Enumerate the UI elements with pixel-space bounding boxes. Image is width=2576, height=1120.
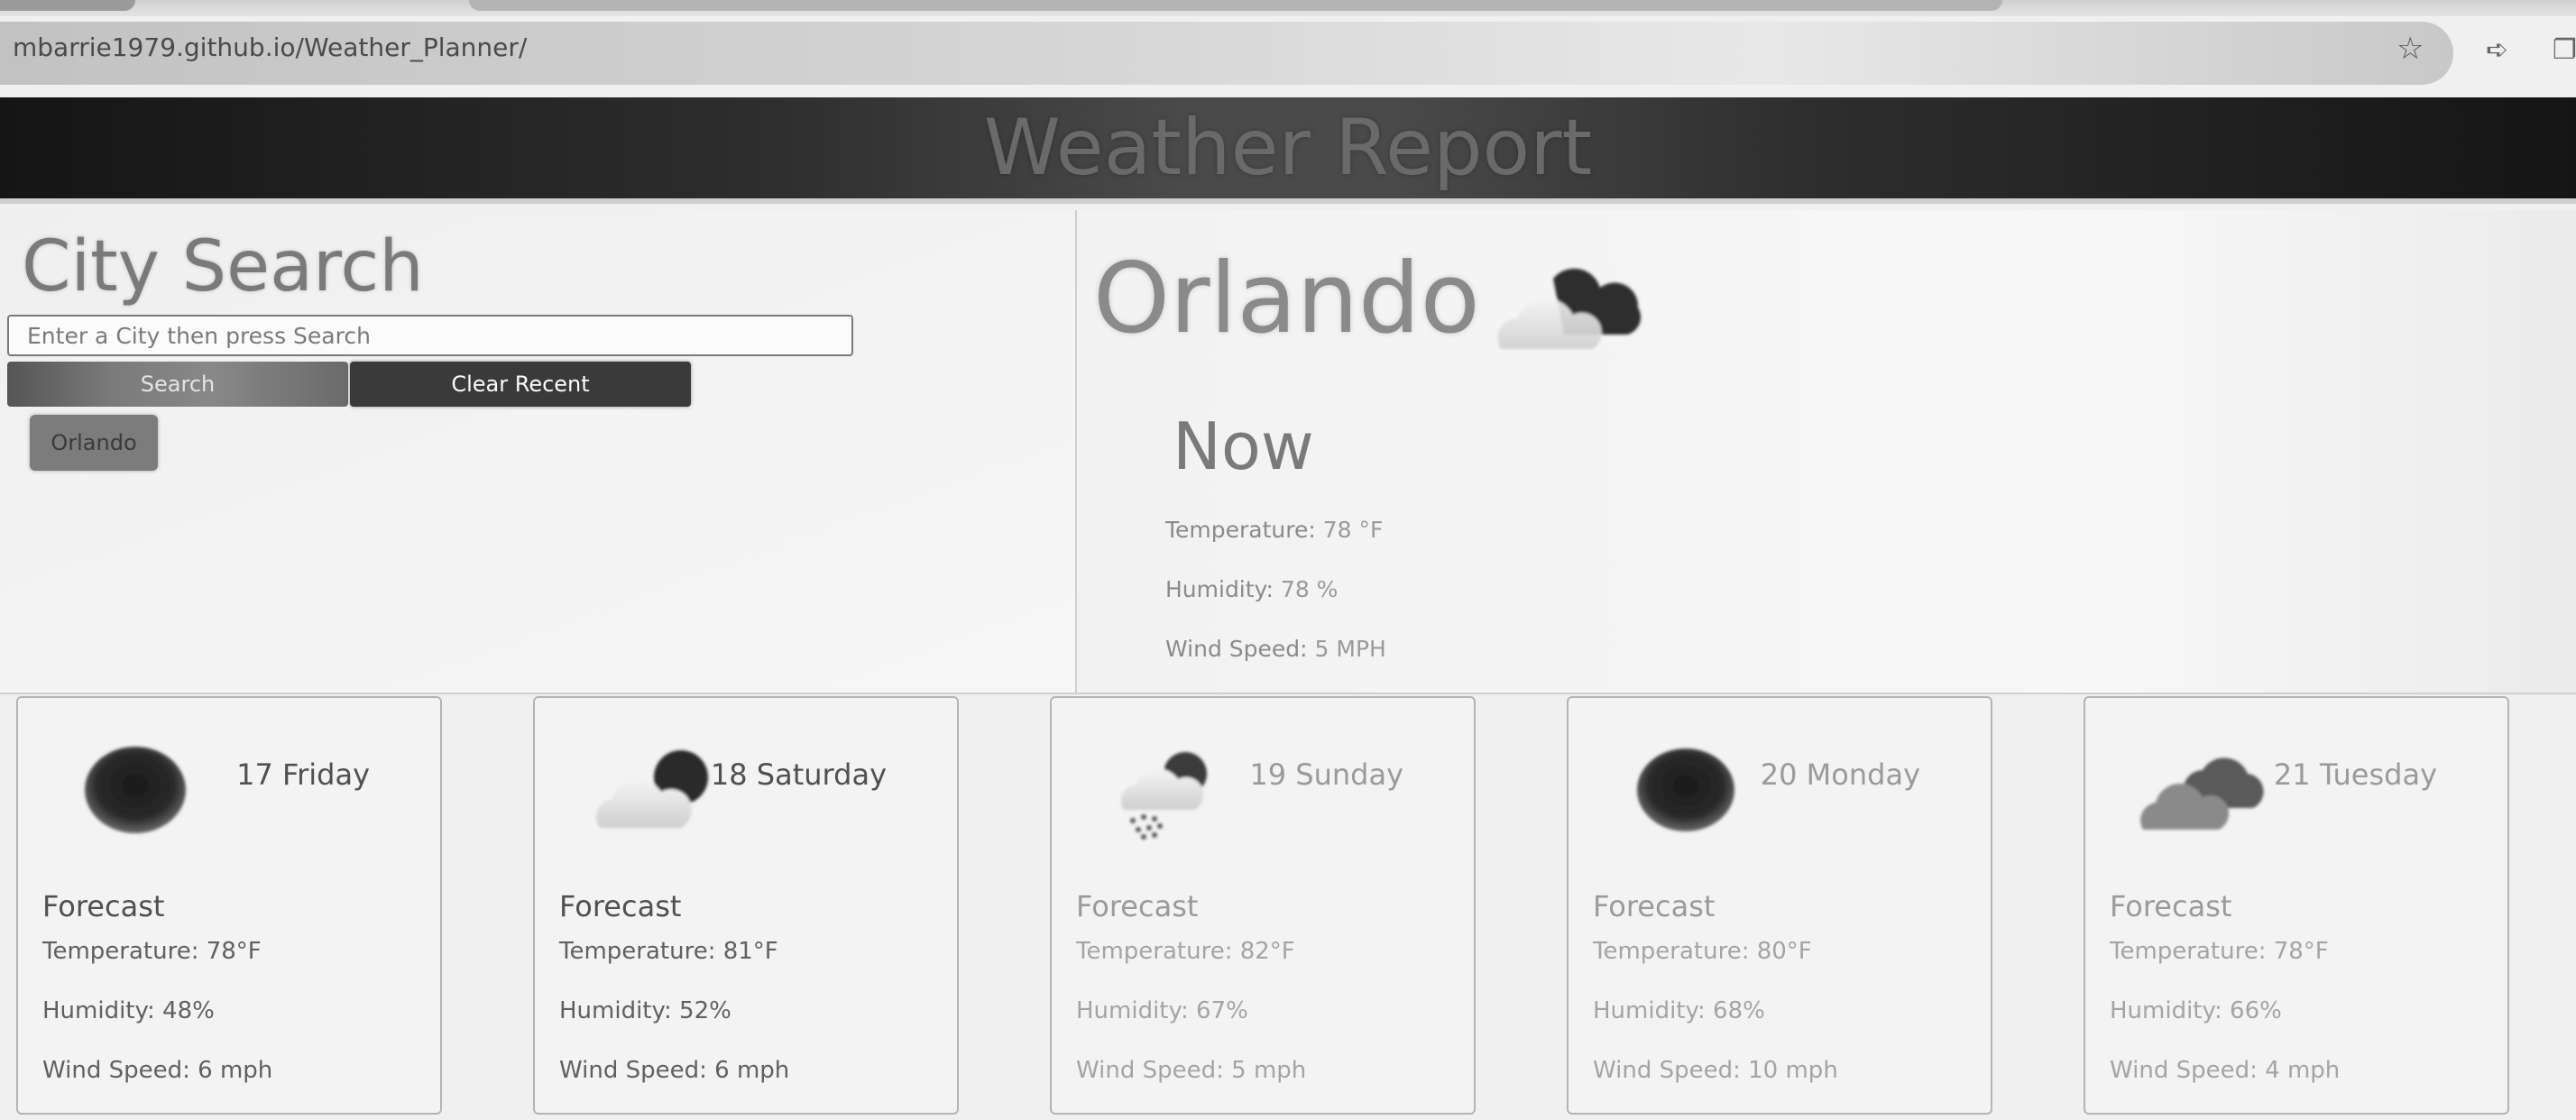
forecast-wind-speed: Wind Speed: 10 mph: [1593, 1057, 1838, 1084]
moon-icon: [1637, 748, 1734, 831]
forecast-humidity: Humidity: 48%: [42, 997, 215, 1024]
forecast-date: 17 Friday: [236, 757, 370, 792]
site-header: Weather Report: [0, 97, 2576, 204]
current-temperature: Temperature: 78 °F: [1165, 517, 1383, 543]
forecast-date: 21 Tuesday: [2273, 757, 2437, 792]
forecast-title: Forecast: [1593, 889, 1716, 923]
browser-tab-strip: [0, 0, 2576, 16]
browser-tab[interactable]: [0, 0, 135, 11]
forecast-date: 18 Saturday: [710, 757, 887, 792]
wind-label: Wind Speed:: [1165, 636, 1308, 662]
forecast-card: 17 Friday Forecast Temperature: 78°F Hum…: [16, 696, 442, 1115]
rain-night-icon: [1120, 752, 1207, 840]
forecast-title: Forecast: [1076, 889, 1199, 923]
clear-recent-button[interactable]: Clear Recent: [350, 362, 691, 407]
current-wind-speed: Wind Speed: 5 MPH: [1165, 636, 1386, 662]
now-heading: Now: [1173, 409, 1314, 484]
partly-cloudy-night-icon: [595, 750, 708, 828]
forecast-temperature: Temperature: 80°F: [1593, 938, 1812, 965]
bookmark-star-icon[interactable]: ☆: [2397, 31, 2424, 67]
forecast-card: 21 Tuesday Forecast Temperature: 78°F Hu…: [2084, 696, 2509, 1115]
forecast-date: 20 Monday: [1760, 757, 1920, 792]
forecast-date: 19 Sunday: [1249, 757, 1403, 792]
forecast-wind-speed: Wind Speed: 6 mph: [559, 1057, 790, 1084]
section-divider: [0, 693, 2576, 694]
forecast-card: 19 Sunday Forecast Temperature: 82°F Hum…: [1050, 696, 1476, 1115]
forecast-title: Forecast: [42, 889, 165, 923]
city-search-input[interactable]: [7, 315, 853, 356]
forecast-wind-speed: Wind Speed: 6 mph: [42, 1057, 273, 1084]
share-icon[interactable]: ➪: [2486, 34, 2508, 66]
city-search-panel: City Search Search Clear Recent Orlando: [0, 210, 1077, 693]
forecast-humidity: Humidity: 66%: [2110, 997, 2282, 1024]
forecast-temperature: Temperature: 78°F: [42, 938, 262, 965]
forecast-humidity: Humidity: 52%: [559, 997, 731, 1024]
partly-cloudy-night-icon: [1497, 268, 1642, 349]
browser-tab-active[interactable]: [469, 0, 2002, 11]
temperature-label: Temperature:: [1165, 517, 1316, 543]
extensions-icon[interactable]: ❐: [2553, 34, 2576, 66]
current-city-name: Orlando: [1093, 243, 1480, 355]
forecast-title: Forecast: [2110, 889, 2232, 923]
forecast-temperature: Temperature: 81°F: [559, 938, 778, 965]
search-button[interactable]: Search: [7, 362, 348, 407]
broken-clouds-icon: [2140, 757, 2264, 830]
forecast-card: 20 Monday Forecast Temperature: 80°F Hum…: [1567, 696, 1992, 1115]
current-humidity: Humidity: 78 %: [1165, 576, 1338, 602]
current-weather-panel: Orlando Now Temperature: 78 °F Humidity:…: [1077, 210, 2576, 693]
url-text[interactable]: mbarrie1979.github.io/Weather_Planner/: [13, 32, 527, 62]
forecast-temperature: Temperature: 82°F: [1076, 938, 1295, 965]
forecast-wind-speed: Wind Speed: 5 mph: [1076, 1057, 1307, 1084]
humidity-value: 78 %: [1280, 576, 1339, 602]
wind-value: 5 MPH: [1314, 636, 1386, 662]
city-search-heading: City Search: [22, 226, 424, 308]
forecast-humidity: Humidity: 68%: [1593, 997, 1765, 1024]
forecast-card: 18 Saturday Forecast Temperature: 81°F H…: [533, 696, 959, 1115]
page-title: Weather Report: [983, 103, 1593, 193]
forecast-wind-speed: Wind Speed: 4 mph: [2110, 1057, 2341, 1084]
humidity-label: Humidity:: [1165, 576, 1274, 602]
recent-city-button[interactable]: Orlando: [30, 415, 158, 471]
forecast-humidity: Humidity: 67%: [1076, 997, 1248, 1024]
forecast-temperature: Temperature: 78°F: [2110, 938, 2329, 965]
moon-icon: [85, 747, 186, 833]
forecast-title: Forecast: [559, 889, 682, 923]
temperature-value: 78 °F: [1322, 517, 1384, 543]
